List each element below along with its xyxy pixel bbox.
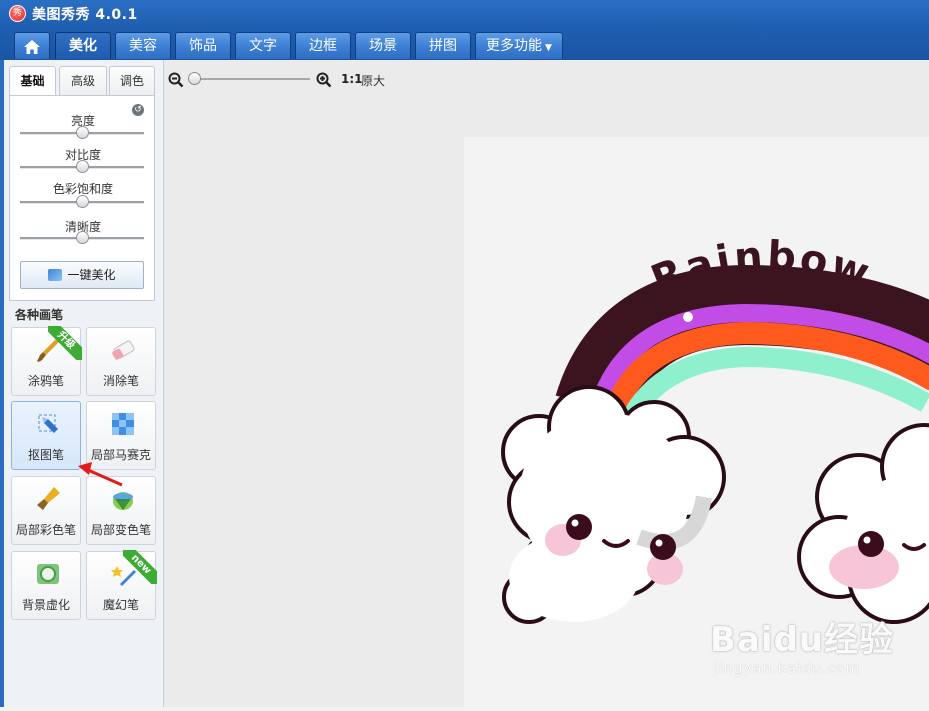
chevron-down-icon: ▼ <box>545 43 552 53</box>
tab-beauty[interactable]: 美容 <box>115 32 171 59</box>
tool-label: 局部变色笔 <box>90 523 151 537</box>
zoom-out-icon[interactable] <box>168 72 184 88</box>
tab-frame[interactable]: 边框 <box>295 32 351 59</box>
tab-collage[interactable]: 拼图 <box>415 32 471 59</box>
window-edge <box>0 60 4 707</box>
watermark-sub-text: jingyan.baidu.com <box>714 661 861 677</box>
tool-label: 抠图笔 <box>27 448 64 462</box>
title-bar: 秀 美图秀秀 4.0.1 美化 美容 饰品 文字 边框 场景 拼图 更多功能 ▼ <box>0 0 929 60</box>
tool-local-color-change[interactable]: 局部变色笔 <box>86 476 156 545</box>
color-change-icon <box>113 492 133 510</box>
saturation-slider-knob[interactable] <box>76 195 89 208</box>
home-icon <box>24 40 40 54</box>
tool-local-color-brush[interactable]: 局部彩色笔 <box>11 476 81 545</box>
sharpness-slider-knob[interactable] <box>76 231 89 244</box>
contrast-slider[interactable] <box>20 160 144 173</box>
watermark-main-text: Baidu经验 <box>710 620 895 660</box>
color-brush-icon <box>37 487 60 510</box>
brightness-slider-knob[interactable] <box>76 126 89 139</box>
tab-home[interactable] <box>14 32 50 59</box>
left-panel: 基础 高级 调色 ↺ 亮度 对比度 色彩饱和度 清晰度 一键美化 各种画笔 升级 <box>0 60 164 707</box>
brightness-slider[interactable] <box>20 126 144 139</box>
app-logo-icon: 秀 <box>9 5 26 22</box>
eraser-icon <box>112 340 135 360</box>
tool-magic-brush[interactable]: new 魔幻笔 <box>86 550 157 620</box>
subtab-color-tone[interactable]: 调色 <box>109 66 155 95</box>
saturation-slider[interactable] <box>20 195 144 208</box>
tool-label: 局部彩色笔 <box>15 523 76 537</box>
contrast-slider-knob[interactable] <box>76 160 89 173</box>
zoom-slider[interactable] <box>190 78 310 80</box>
magic-beautify-icon <box>48 269 63 281</box>
tool-local-mosaic[interactable]: 局部马赛克 <box>86 401 156 470</box>
tool-label: 涂鸦笔 <box>27 374 64 388</box>
cutout-pen-icon <box>38 414 58 433</box>
tool-background-blur[interactable]: 背景虚化 <box>11 551 81 620</box>
tool-label: 魔幻笔 <box>102 598 139 612</box>
tab-scene[interactable]: 场景 <box>355 32 411 59</box>
brushes-heading: 各种画笔 <box>15 308 64 322</box>
zoom-ratio-button[interactable]: 1:1 <box>341 72 363 86</box>
tab-text[interactable]: 文字 <box>235 32 291 59</box>
tab-more-label: 更多功能 <box>486 38 543 54</box>
tool-eraser[interactable]: 消除笔 <box>86 327 156 396</box>
zoom-in-icon[interactable] <box>316 72 332 88</box>
tool-label: 消除笔 <box>102 374 139 388</box>
one-click-label: 一键美化 <box>67 268 116 282</box>
tool-cutout-pen[interactable]: 抠图笔 <box>11 401 81 470</box>
baidu-watermark: Baidu经验 jingyan.baidu.com <box>710 612 894 677</box>
upgrade-badge: 升级 <box>48 326 82 360</box>
tab-more-features[interactable]: 更多功能 ▼ <box>475 32 563 59</box>
main-canvas-area: 1:1 原大 Rainbow <box>164 60 929 707</box>
tab-accessories[interactable]: 饰品 <box>175 32 231 59</box>
tool-doodle-brush[interactable]: 升级 涂鸦笔 <box>11 326 82 396</box>
new-badge: new <box>123 550 157 584</box>
zoom-slider-knob[interactable] <box>188 72 201 85</box>
tab-beautify[interactable]: 美化 <box>55 32 111 59</box>
one-click-beautify-button[interactable]: 一键美化 <box>20 261 144 289</box>
tool-label: 局部马赛克 <box>90 448 151 462</box>
app-title: 美图秀秀 4.0.1 <box>32 7 138 23</box>
zoom-bar: 1:1 原大 <box>164 60 929 100</box>
mosaic-icon <box>112 413 134 435</box>
tool-label: 背景虚化 <box>21 598 70 612</box>
subtab-advanced[interactable]: 高级 <box>59 66 107 95</box>
subtab-basic[interactable]: 基础 <box>9 66 56 96</box>
sharpness-slider[interactable] <box>20 231 144 244</box>
actual-size-button[interactable]: 原大 <box>361 72 385 89</box>
adjust-panel: ↺ 亮度 对比度 色彩饱和度 清晰度 一键美化 <box>9 95 155 301</box>
blur-icon <box>37 564 59 584</box>
